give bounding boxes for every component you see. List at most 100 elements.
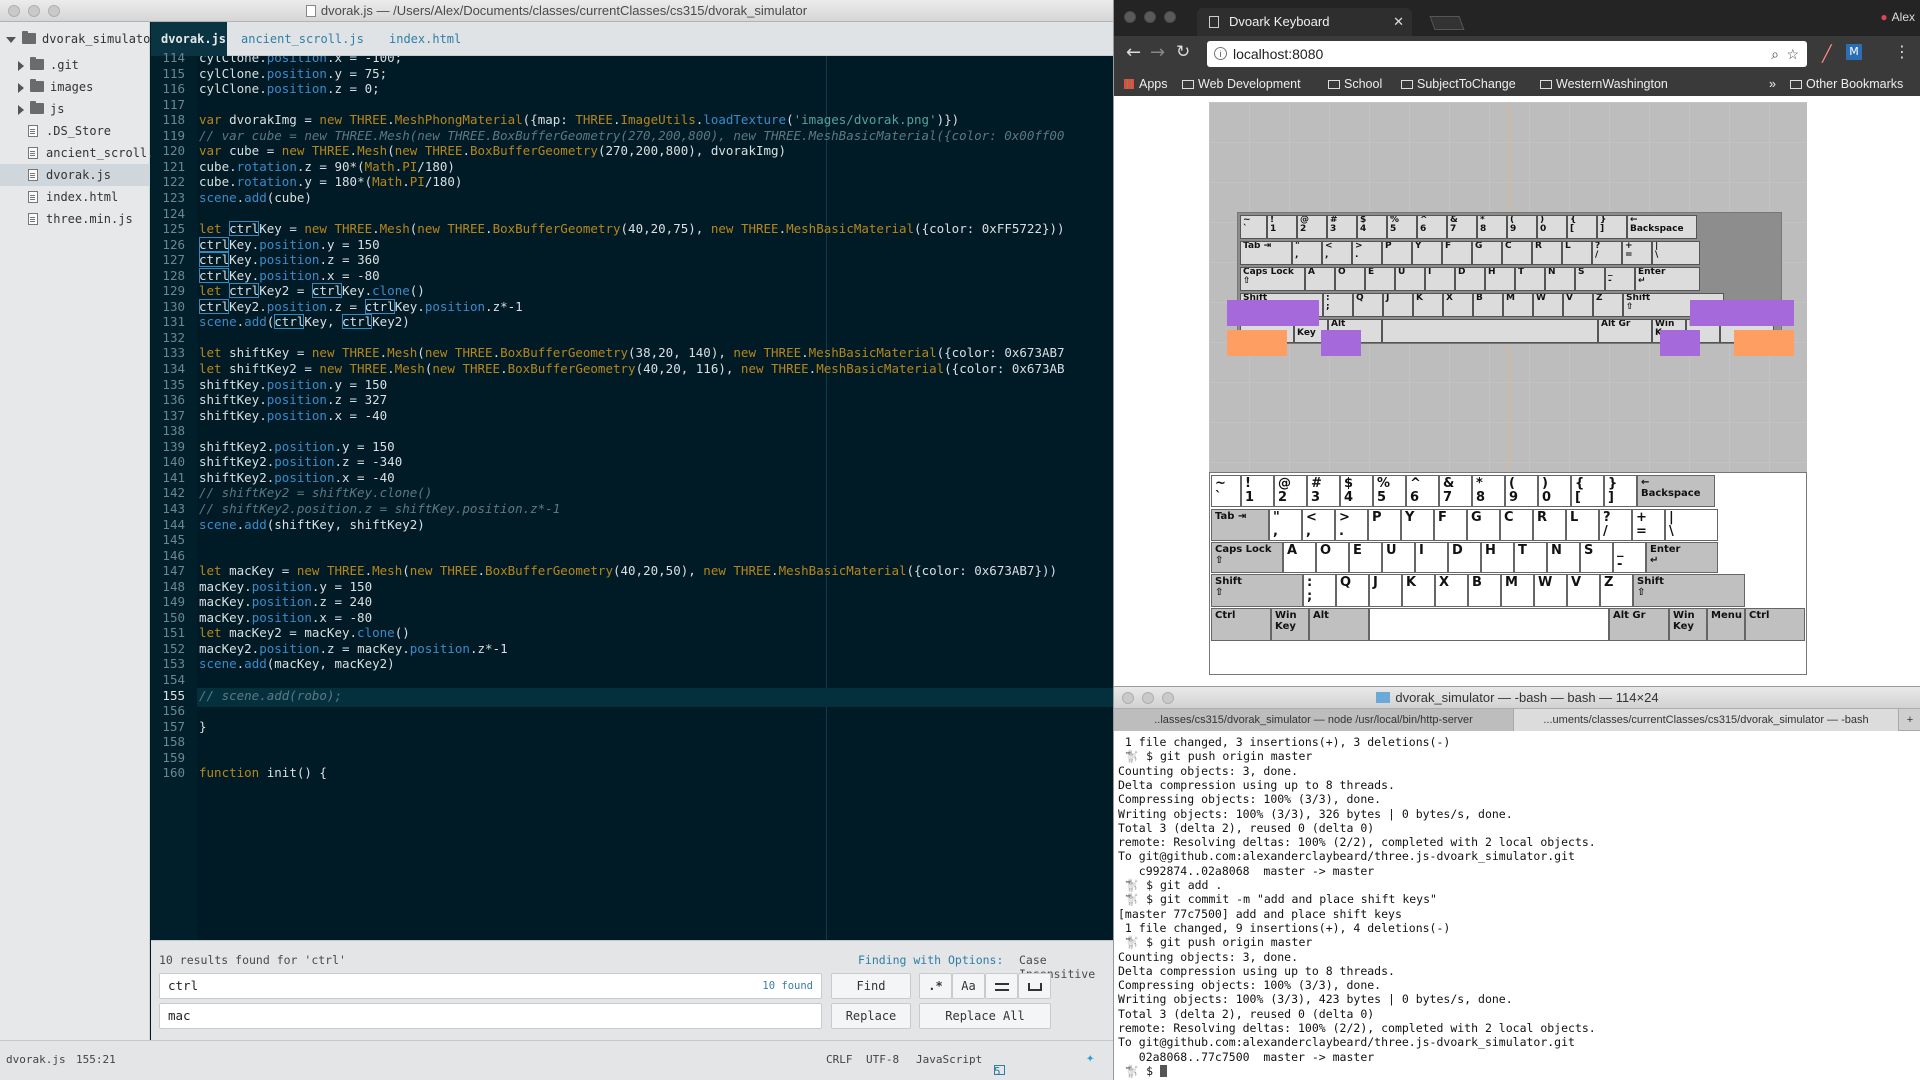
terminal-output[interactable]: 1 file changed, 3 insertions(+), 3 delet… [1114,731,1920,1080]
tree-file[interactable]: index.html [28,186,118,208]
terminal-line: 🐩 $ [1118,1064,1168,1078]
menu-icon[interactable]: ⋮ [1894,42,1910,61]
status-encoding[interactable]: UTF-8 [866,1053,899,1066]
minimize-window-button[interactable] [1142,692,1154,704]
dvorak-keyboard-image: ~ `! 1 @ 2 # 3 $ 4% 5 ^ 6 & 7 * 8( 9) 0{ [} ] ←… [1209,472,1807,675]
tree-item-label: js [50,102,65,116]
close-window-button[interactable] [1122,692,1134,704]
zoom-window-button[interactable] [48,5,60,17]
keyboard-key: O [1316,542,1349,573]
terminal-line: 1 file changed, 9 insertions(+), 4 delet… [1118,921,1450,935]
terminal-tab-http-server[interactable]: ..lasses/cs315/dvorak_simulator — node /… [1114,709,1514,731]
back-icon[interactable]: ← [1126,42,1141,63]
keyboard-key: > . [1335,509,1368,541]
tree-file[interactable]: ancient_scroll... [28,142,169,164]
extension-m-icon[interactable]: M [1846,44,1862,60]
zoom-window-button[interactable] [1164,11,1176,23]
keyboard-key: : ; [1303,574,1336,607]
bookmarks-bar: Apps Web Development School SubjectToCha… [1114,72,1920,96]
scene-keyboard-key: } ] [1597,215,1627,239]
file-icon [28,125,38,137]
bookmark-other[interactable]: Other Bookmarks [1790,72,1903,96]
folder-icon [1401,80,1413,89]
threejs-canvas[interactable]: ~ `! 1 @ 2 # 3 $ 4% 5 ^ 6 & 7 * 8( 9) 0{ [} ] ←… [1209,102,1807,472]
bookmark-school[interactable]: School [1328,72,1382,96]
address-bar-url: localhost:8080 [1233,46,1324,62]
status-line-ending[interactable]: CRLF [826,1053,853,1066]
forward-icon[interactable]: → [1150,42,1165,63]
tree-folder[interactable]: js [18,98,64,120]
status-file[interactable]: dvorak.js [6,1053,66,1066]
zoom-icon[interactable]: ⌕ [1771,41,1779,67]
status-cursor-position[interactable]: 155:21 [76,1053,116,1066]
star-icon[interactable]: ☆ [1786,41,1799,67]
bookmark-westernwashington[interactable]: WesternWashington [1540,72,1668,96]
close-window-button[interactable] [1124,11,1136,23]
keyboard-key: & 7 [1439,475,1472,507]
tab-ancient-scroll-js[interactable]: ancient_scroll.js [231,22,374,56]
find-button[interactable]: Find [831,973,911,999]
profile-name[interactable]: ● Alex [1880,10,1915,24]
scene-keyboard-key: B [1473,293,1503,317]
browser-tab[interactable]: Dvoark Keyboard ✕ [1197,8,1412,36]
file-icon [28,147,38,159]
terminal-line: Counting objects: 3, done. [1118,950,1298,964]
tree-file[interactable]: three.min.js [28,208,133,230]
tree-file[interactable]: .DS_Store [28,120,111,142]
case-sensitive-toggle[interactable]: Aa [952,973,985,999]
scene-keyboard-key: E [1365,267,1395,291]
tab-index-html[interactable]: index.html [379,22,471,56]
status-bar: dvorak.js 155:21 CRLF UTF-8 JavaScript 5… [0,1040,1113,1080]
scene-keyboard-key: | \ [1652,241,1700,265]
scene-keyboard-key: : ; [1323,293,1353,317]
bookmark-subjecttochange[interactable]: SubjectToChange [1401,72,1516,96]
code-editor[interactable]: cylClone.position.x = -100; cylClone.posi… [197,56,1113,940]
code-line: scene.add(cube) [199,189,312,205]
scene-keyboard-key: " , [1292,241,1322,265]
keyboard-key: | \ [1665,509,1718,541]
browser-window: Dvoark Keyboard ✕ ● Alex ← → ↻ i localhos… [1113,0,1920,686]
terminal-line-text: Total 3 (delta 2), reused 0 (delta 0) [1118,1006,1375,1021]
twitter-bird-icon[interactable]: ✦ [1086,1050,1094,1066]
folder-icon [30,57,44,70]
whole-word-toggle[interactable] [1018,973,1051,999]
bookmark-web-development[interactable]: Web Development [1182,72,1301,96]
terminal-line-text: Counting objects: 3, done. [1118,763,1299,778]
new-tab-button[interactable] [1429,16,1465,30]
replace-button[interactable]: Replace [831,1003,911,1029]
keyboard-key: Win Key [1271,608,1309,641]
chevron-right-icon [18,60,24,71]
regex-toggle[interactable]: .* [919,973,952,999]
minimize-window-button[interactable] [1144,11,1156,23]
status-grammar[interactable]: JavaScript [916,1053,982,1066]
close-window-button[interactable] [8,5,20,17]
keyboard-key: K [1402,574,1435,607]
tree-folder[interactable]: .git [18,54,79,76]
close-tab-icon[interactable]: ✕ [1393,8,1404,36]
scene-keyboard-key: H [1485,267,1515,291]
replace-all-button[interactable]: Replace All [919,1003,1051,1029]
tree-folder[interactable]: images [18,76,93,98]
replace-input[interactable]: mac [159,1003,822,1029]
minimize-window-button[interactable] [28,5,40,17]
keyboard-key: # 3 [1307,475,1340,507]
scene-keyboard-key: ? / [1592,241,1622,265]
code-line: shiftKey.position.x = -40 [199,407,388,423]
new-terminal-tab-button[interactable]: + [1899,709,1920,731]
terminal-tab-bash[interactable]: ...uments/classes/currentClasses/cs315/d… [1514,709,1899,731]
tree-file[interactable]: dvorak.js [0,164,150,186]
tree-root-folder[interactable]: dvorak_simulator [6,28,158,50]
scene-keyboard-key: T [1515,267,1545,291]
in-selection-toggle[interactable] [985,973,1018,999]
address-bar[interactable]: i localhost:8080 ⌕ ☆ [1207,41,1807,67]
bookmark-apps[interactable]: Apps [1124,72,1168,96]
editor-window-title: dvorak.js — /Users/Alex/Documents/classe… [320,3,808,18]
terminal-line-text: Delta compression using up to 8 threads. [1118,777,1395,792]
terminal-titlebar: dvorak_simulator — -bash — bash — 114×24 [1114,687,1920,709]
zoom-window-button[interactable] [1162,692,1174,704]
reload-icon[interactable]: ↻ [1176,42,1190,62]
bookmarks-overflow[interactable]: » [1769,72,1776,96]
extension-icon[interactable]: ╱ [1822,44,1838,63]
find-input[interactable]: ctrl 10 found [159,973,822,999]
scene-keyboard-key: F [1442,241,1472,265]
